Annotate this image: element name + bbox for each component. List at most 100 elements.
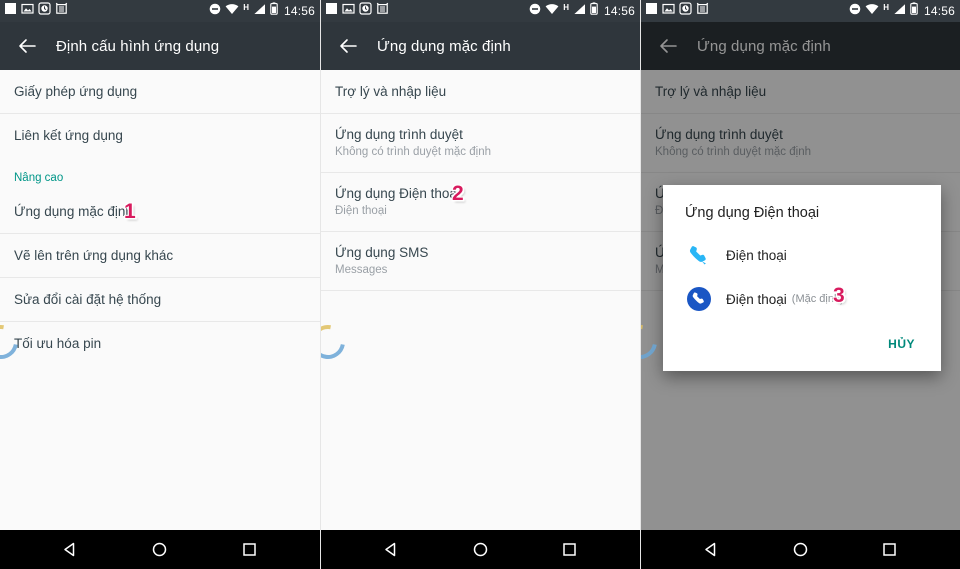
page-title: Ứng dụng mặc định — [377, 37, 511, 55]
back-triangle-icon[interactable] — [377, 535, 407, 565]
list-item-battery-optimization[interactable]: Tối ưu hóa pin — [0, 322, 320, 366]
list-item-label: Liên kết ứng dụng — [14, 128, 123, 143]
step-badge-1: 1 — [124, 200, 136, 223]
status-bar-left-icons — [325, 2, 389, 20]
list-item-default-apps[interactable]: Ứng dụng mặc định 1 — [0, 190, 320, 234]
list-item-label: Ứng dụng SMS — [335, 245, 429, 260]
phone-handset-icon — [685, 241, 713, 269]
list-item-assist-and-input[interactable]: Trợ lý và nhập liệu — [321, 70, 640, 114]
settings-list: Giấy phép ứng dụng Liên kết ứng dụng Nân… — [0, 70, 320, 366]
home-circle-icon[interactable] — [466, 535, 496, 565]
alarm-icon — [55, 2, 68, 20]
status-bar: H 14:56 — [0, 0, 320, 22]
list-item-app-links[interactable]: Liên kết ứng dụng — [0, 114, 320, 158]
dialog-option-label: Điện thoại — [726, 291, 787, 307]
step-badge-2: 2 — [452, 182, 464, 205]
status-bar-right-icons: H 14:56 — [209, 2, 315, 20]
clock-icon — [359, 2, 372, 20]
blank-notification-icon — [645, 2, 658, 20]
screenshot-icon — [662, 2, 675, 20]
page-title: Định cấu hình ứng dụng — [56, 37, 220, 55]
step-badge-3: 3 — [833, 284, 845, 307]
back-triangle-icon[interactable] — [56, 535, 86, 565]
status-bar: H 14:56 — [321, 0, 640, 22]
network-type-label: H — [883, 3, 889, 12]
status-bar-clock: 14:56 — [923, 4, 955, 18]
home-circle-icon[interactable] — [145, 535, 175, 565]
status-bar: H 14:56 — [641, 0, 960, 22]
dialog-option-phone[interactable]: Điện thoại — [663, 233, 941, 277]
status-bar-clock: 14:56 — [603, 4, 635, 18]
status-bar-left-icons — [4, 2, 68, 20]
status-bar-left-icons — [645, 2, 709, 20]
list-item-phone-app[interactable]: Ứng dụng Điện thoại Điện thoại 2 — [321, 173, 640, 232]
battery-icon — [910, 2, 918, 20]
list-item-draw-over-other-apps[interactable]: Vẽ lên trên ứng dụng khác — [0, 234, 320, 278]
home-circle-icon[interactable] — [786, 535, 816, 565]
panel-phone-app-dialog: H 14:56 Ứng dụng mặc định Trợ lý và nhập… — [640, 0, 960, 569]
navigation-bar — [0, 530, 320, 569]
navigation-bar — [321, 530, 640, 569]
list-item-sms-app[interactable]: Ứng dụng SMS Messages — [321, 232, 640, 291]
status-bar-right-icons: H 14:56 — [849, 2, 955, 20]
list-item-label: Tối ưu hóa pin — [14, 336, 102, 351]
list-item-sublabel: Messages — [335, 264, 388, 276]
list-item-label: Sửa đổi cài đặt hệ thống — [14, 292, 162, 307]
signal-icon — [253, 2, 266, 20]
status-bar-right-icons: H 14:56 — [529, 2, 635, 20]
tutorial-screenshot: H 14:56 Định cấu hình ứng dụng Giấy phép… — [0, 0, 960, 569]
section-header-advanced: Nâng cao — [0, 158, 320, 190]
recents-square-icon[interactable] — [875, 535, 905, 565]
signal-icon — [893, 2, 906, 20]
screenshot-icon — [342, 2, 355, 20]
wifi-icon — [545, 2, 559, 20]
dialog-option-label: Điện thoại — [726, 247, 787, 263]
list-item-label: Vẽ lên trên ứng dụng khác — [14, 248, 174, 263]
list-item-label: Giấy phép ứng dụng — [14, 84, 138, 99]
navigation-bar — [641, 530, 960, 569]
list-item-sublabel: Điện thoại — [335, 205, 387, 217]
battery-icon — [270, 2, 278, 20]
dialog-actions: HỦY — [663, 321, 941, 367]
app-bar: Ứng dụng mặc định — [321, 22, 640, 70]
list-item-label: Ứng dụng mặc định — [14, 204, 133, 219]
list-item-browser-app[interactable]: Ứng dụng trình duyệt Không có trình duyệ… — [321, 114, 640, 173]
phone-app-chooser-dialog: Ứng dụng Điện thoại Điện thoại Điện thoạ… — [663, 185, 941, 371]
panel-default-apps: H 14:56 Ứng dụng mặc định Trợ lý và nhập… — [320, 0, 640, 569]
do-not-disturb-icon — [529, 2, 541, 20]
cancel-button[interactable]: HỦY — [880, 331, 923, 357]
dialog-title: Ứng dụng Điện thoại — [685, 205, 820, 221]
clock-icon — [679, 2, 692, 20]
list-item-label: Trợ lý và nhập liệu — [335, 84, 447, 99]
wifi-icon — [225, 2, 239, 20]
blank-notification-icon — [4, 2, 17, 20]
panel-app-configuration: H 14:56 Định cấu hình ứng dụng Giấy phép… — [0, 0, 320, 569]
signal-icon — [573, 2, 586, 20]
list-item-modify-system-settings[interactable]: Sửa đổi cài đặt hệ thống — [0, 278, 320, 322]
dialog-option-phone-default[interactable]: Điện thoại (Mặc định) 3 — [663, 277, 941, 321]
status-bar-clock: 14:56 — [283, 4, 315, 18]
recents-square-icon[interactable] — [555, 535, 585, 565]
phone-circle-icon — [685, 285, 713, 313]
clock-icon — [38, 2, 51, 20]
blank-notification-icon — [325, 2, 338, 20]
list-item-app-permissions[interactable]: Giấy phép ứng dụng — [0, 70, 320, 114]
network-type-label: H — [563, 3, 569, 12]
network-type-label: H — [243, 3, 249, 12]
alarm-icon — [376, 2, 389, 20]
do-not-disturb-icon — [209, 2, 221, 20]
wifi-icon — [865, 2, 879, 20]
battery-icon — [590, 2, 598, 20]
back-triangle-icon[interactable] — [697, 535, 727, 565]
recents-square-icon[interactable] — [234, 535, 264, 565]
loading-spinner — [321, 318, 352, 366]
list-item-label: Ứng dụng Điện thoại — [335, 186, 460, 201]
list-item-sublabel: Không có trình duyệt mặc định — [335, 146, 491, 158]
screenshot-icon — [21, 2, 34, 20]
arrow-back-icon[interactable] — [333, 31, 363, 61]
list-item-label: Ứng dụng trình duyệt — [335, 127, 463, 142]
arrow-back-icon[interactable] — [12, 31, 42, 61]
alarm-icon — [696, 2, 709, 20]
do-not-disturb-icon — [849, 2, 861, 20]
app-bar: Định cấu hình ứng dụng — [0, 22, 320, 70]
